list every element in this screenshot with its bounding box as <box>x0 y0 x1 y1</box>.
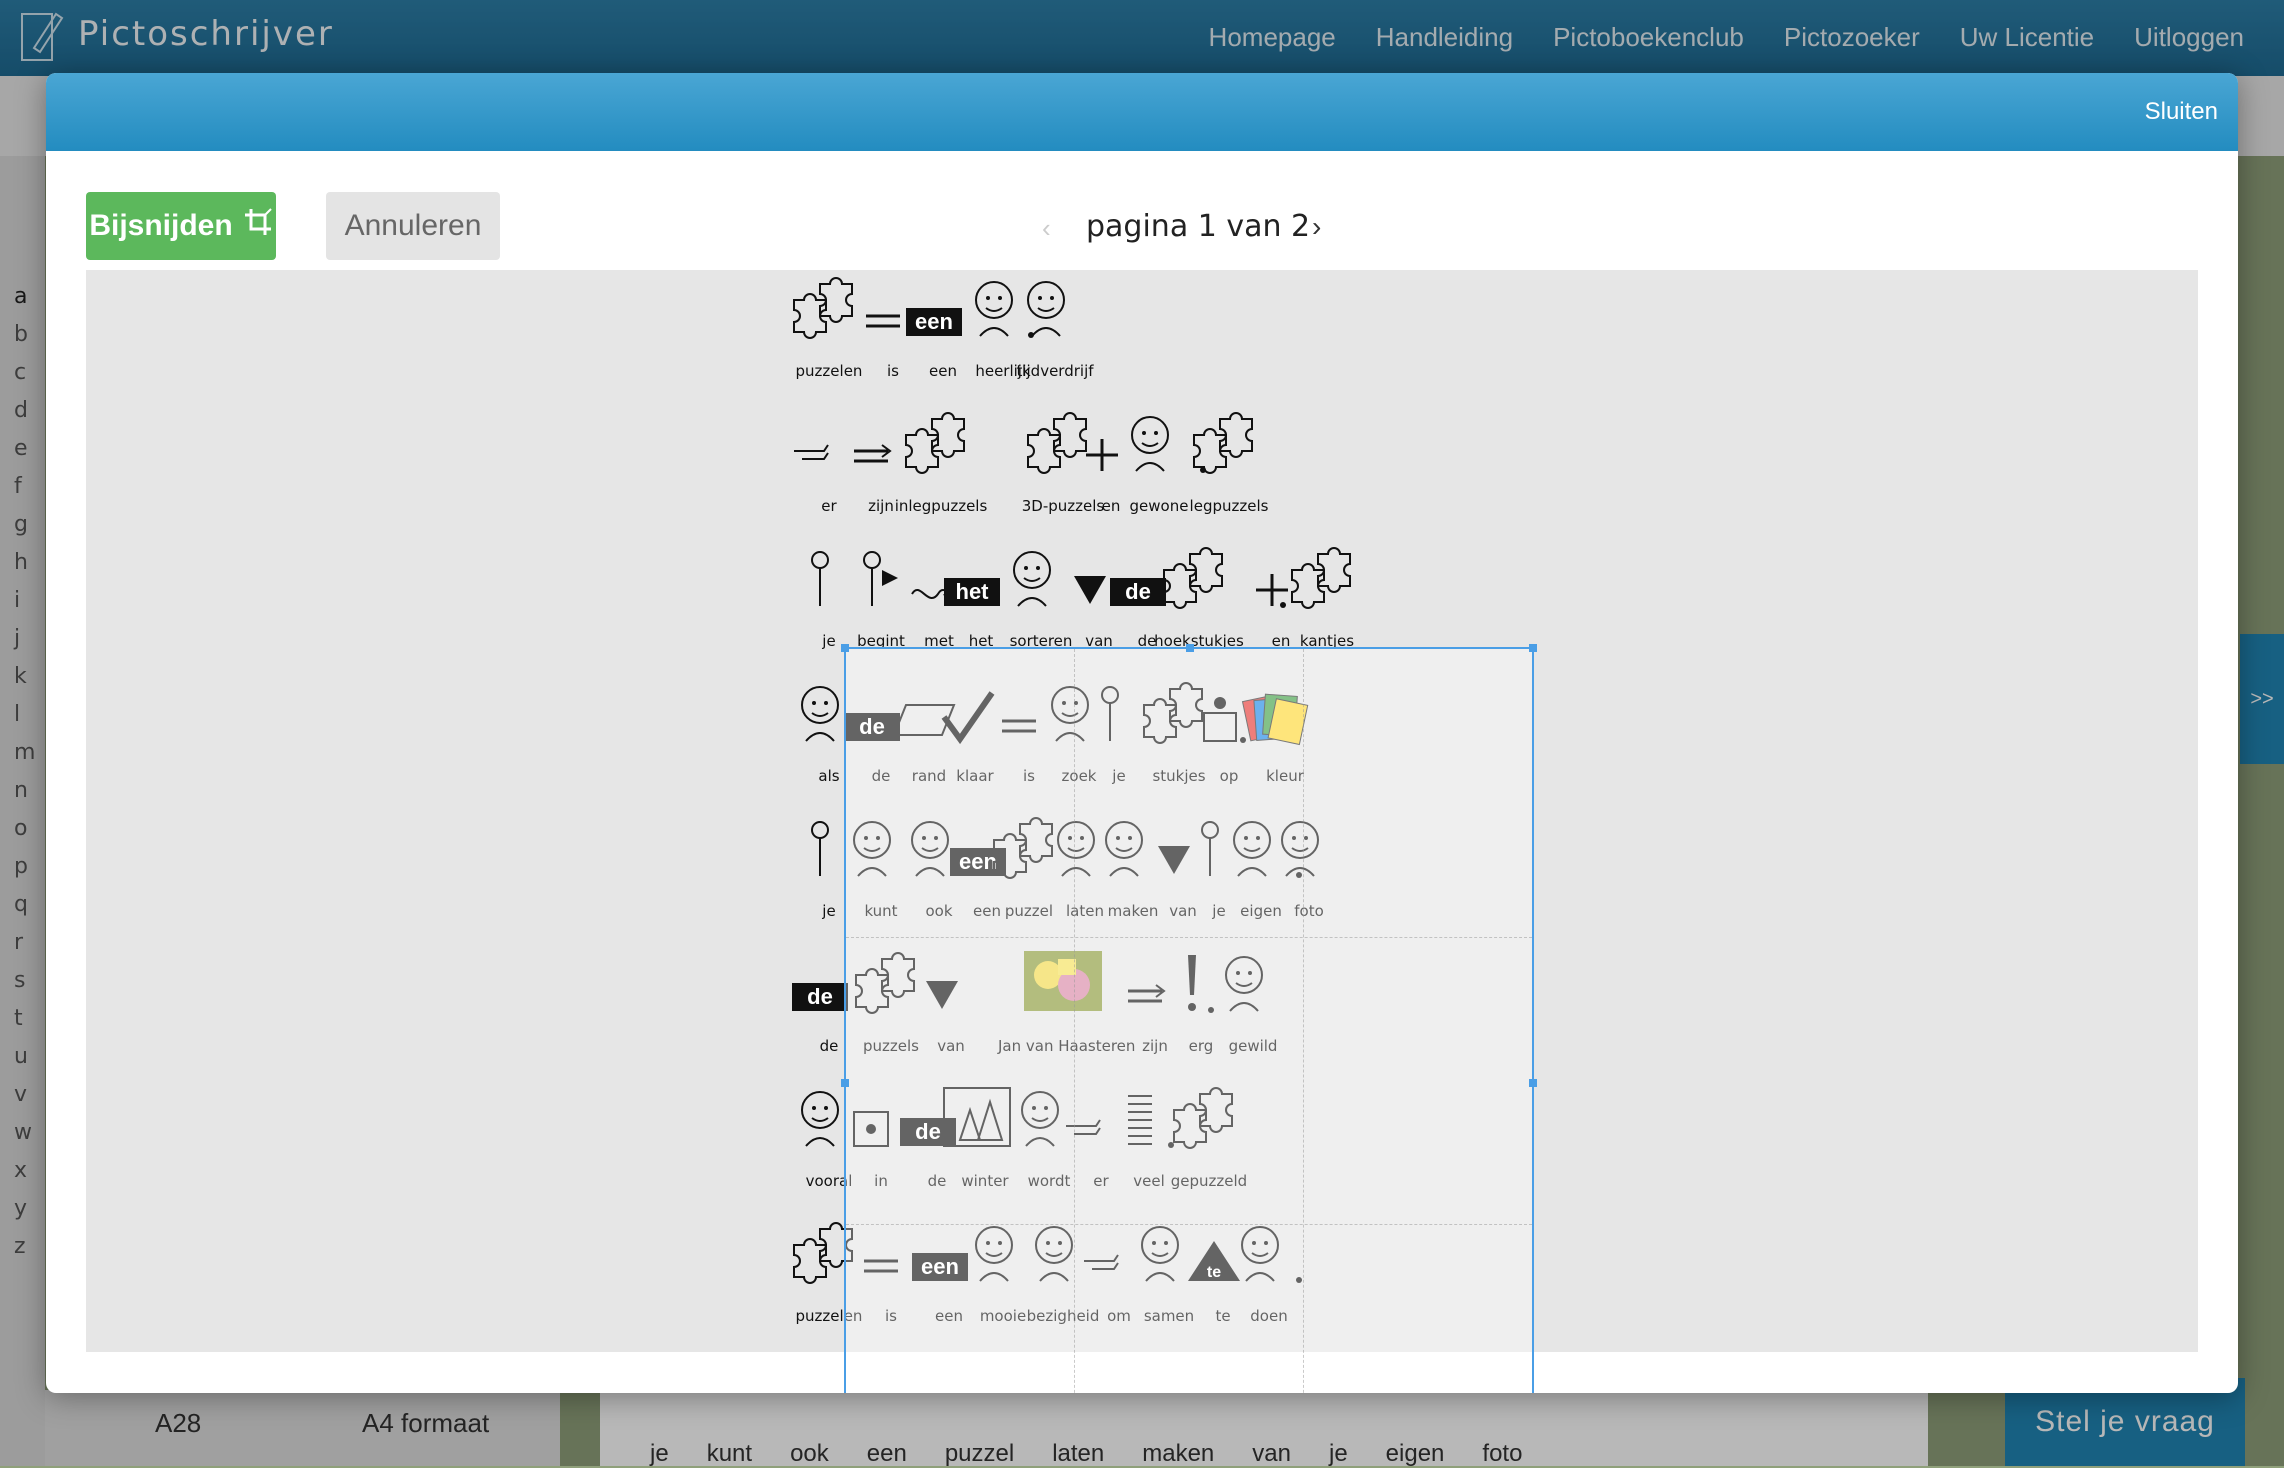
close-button[interactable]: Sluiten <box>2145 98 2218 126</box>
crop-selection[interactable] <box>841 644 1537 1393</box>
crop-handle-top-right[interactable] <box>1529 644 1537 652</box>
modal-header: Sluiten <box>46 73 2238 151</box>
crop-button-label: Bijsnijden <box>89 209 233 242</box>
crop-handle-left[interactable] <box>841 1079 849 1087</box>
page-indicator: pagina 1 van 2 <box>1086 209 1311 244</box>
svg-text:de: de <box>807 984 833 1009</box>
crop-guide <box>846 1224 1532 1226</box>
pictogram-label: tijdverdrijf <box>1016 362 1094 380</box>
pictogram: tijdverdrijf <box>1010 270 1100 400</box>
crop-handle-top[interactable] <box>1186 644 1194 652</box>
svg-text:het: het <box>956 579 990 604</box>
crop-handle-right[interactable] <box>1529 1079 1537 1087</box>
previous-page-icon[interactable]: ‹ <box>1042 213 1051 244</box>
crop-guide <box>1074 649 1076 1393</box>
sentence-period <box>1200 467 1206 473</box>
cancel-button[interactable]: Annuleren <box>326 192 500 260</box>
sentence-period <box>1028 332 1034 338</box>
crop-modal: Sluiten Bijsnijden Annuleren ‹ pagina 1 … <box>46 73 2238 1393</box>
next-page-icon[interactable]: › <box>1312 211 1321 243</box>
page-navigator: ‹ pagina 1 van 2 › <box>1006 197 1356 257</box>
svg-text:de: de <box>1125 579 1151 604</box>
pictogram: inlegpuzzels <box>895 405 987 535</box>
sentence-period <box>1280 602 1286 608</box>
pictogram-icon <box>1027 281 1065 337</box>
crop-icon <box>243 207 273 245</box>
crop-guide <box>846 936 1532 938</box>
pictogram-label: inlegpuzzels <box>894 497 988 515</box>
crop-button[interactable]: Bijsnijden <box>86 192 276 260</box>
pictogram-icon <box>1193 412 1253 474</box>
pictogram-label: legpuzzels <box>1189 497 1269 515</box>
svg-text:een: een <box>915 309 953 334</box>
crop-workspace: puzzelen is een een heerlijk tijdverdrijf er zi… <box>86 270 2198 1393</box>
pictogram: legpuzzels <box>1184 405 1274 535</box>
pictogram-icon <box>1163 547 1223 609</box>
pictogram-icon <box>905 412 965 474</box>
pictogram-icon <box>1291 547 1351 609</box>
crop-handle-top-left[interactable] <box>841 644 849 652</box>
crop-guide <box>1302 649 1304 1393</box>
